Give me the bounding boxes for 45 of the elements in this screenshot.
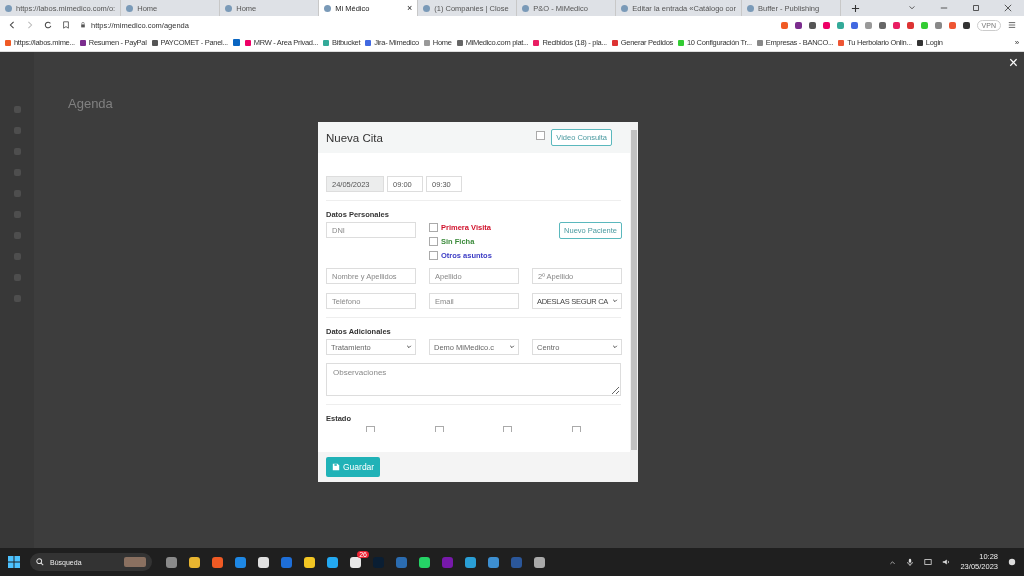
checkbox[interactable] [434,426,444,432]
microphone-icon[interactable] [906,558,915,566]
restore-icon[interactable] [972,4,980,12]
bookmark-icon[interactable] [62,21,70,29]
checkbox[interactable] [572,426,582,432]
chevron-icon [406,344,412,350]
modal-title: Nueva Cita [326,131,384,144]
tab-icon [126,4,134,12]
checkbox[interactable] [503,426,513,432]
close-tab-button[interactable]: × [406,3,413,13]
chevron-icon [612,298,618,304]
tab-icon [522,4,530,12]
tab-icon [423,4,431,12]
scrollbar[interactable] [630,122,638,482]
minimize-icon[interactable] [940,4,948,12]
tab-icon [621,4,629,12]
checkbox[interactable] [365,426,375,432]
checkbox[interactable] [429,223,438,232]
checkbox[interactable] [429,237,438,246]
new-tab-icon[interactable] [851,3,861,13]
back-icon[interactable] [8,21,16,29]
chevron-icon [612,344,618,350]
close-icon[interactable] [1004,4,1012,12]
search-icon [36,558,44,566]
reload-icon[interactable] [44,21,52,29]
checkbox[interactable] [429,251,438,260]
chevron-icon[interactable] [908,4,916,12]
bookmark-icon[interactable] [232,39,240,46]
windows-icon[interactable] [8,556,20,568]
lock-icon [80,22,86,28]
checkbox[interactable] [536,131,546,140]
notes-field[interactable]: Observaciones [326,363,621,396]
close-button[interactable]: × [1008,54,1018,72]
menu-icon[interactable] [1008,21,1016,29]
chevron-icon [509,344,515,350]
page-heading: Agenda [68,96,114,111]
chevron-up-icon[interactable] [889,558,897,566]
tab-icon [324,4,332,12]
speaker-icon[interactable] [942,558,951,566]
tab-icon [225,4,233,12]
more-bookmarks-button[interactable]: » [1014,38,1019,47]
notification-icon[interactable] [1008,558,1016,566]
tab-icon [747,4,755,12]
tab-icon [5,4,12,12]
network-icon[interactable] [924,558,933,566]
